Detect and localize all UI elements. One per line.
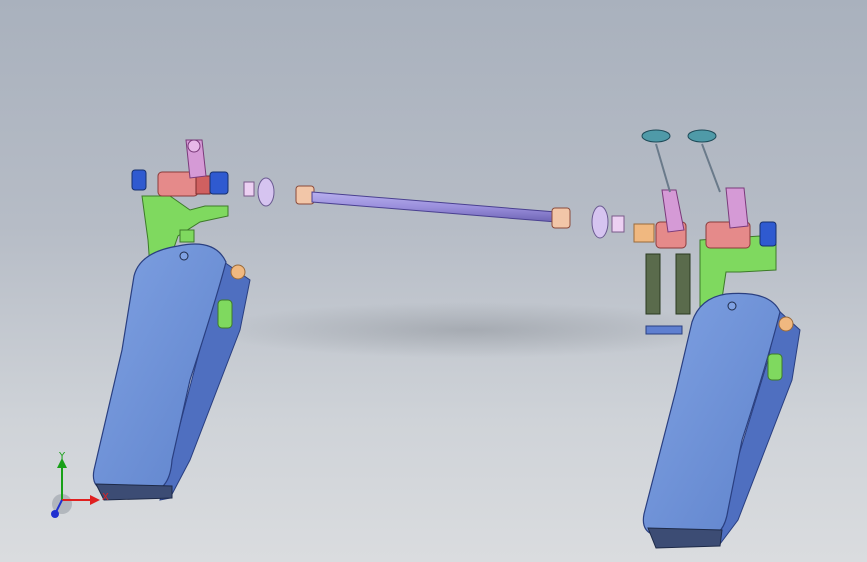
left-mount-block xyxy=(131,169,147,191)
left-pedal-assembly[interactable] xyxy=(92,139,251,501)
x-axis-arrow xyxy=(90,495,100,505)
right-heel xyxy=(647,527,723,549)
right-shaft-collar xyxy=(551,207,571,229)
right-hub-collar xyxy=(633,223,655,243)
left-pedal-screw xyxy=(179,251,189,261)
drive-shaft[interactable] xyxy=(311,191,557,223)
spring-base xyxy=(645,325,683,335)
left-side-clamp xyxy=(217,299,233,329)
coordinate-triad-icon xyxy=(51,458,100,518)
right-ujoint xyxy=(611,215,625,233)
right-beater-rod-2 xyxy=(701,143,721,193)
left-hub-collar xyxy=(195,175,211,195)
triad-y-label: Y xyxy=(59,451,66,462)
coordinate-triad: Y X xyxy=(40,448,120,528)
left-shaft-collar xyxy=(295,185,315,205)
z-axis-end xyxy=(51,510,59,518)
beater-disc-1[interactable] xyxy=(641,129,671,143)
right-side-clamp xyxy=(767,353,783,381)
model-scene[interactable] xyxy=(0,0,867,562)
left-clamp-knob xyxy=(230,264,246,280)
right-cam-arm-2 xyxy=(725,187,749,229)
left-cam-pivot xyxy=(187,139,201,153)
left-spring-block xyxy=(209,171,229,195)
left-lower-bracket xyxy=(179,229,195,243)
right-mount-block xyxy=(759,221,777,247)
beater-disc-2[interactable] xyxy=(687,129,717,143)
left-ujoint xyxy=(243,181,255,197)
right-pedal-screw xyxy=(727,301,737,311)
triad-x-label: X xyxy=(102,492,109,503)
left-ujoint-disc xyxy=(257,177,275,207)
spring-1 xyxy=(645,253,661,315)
right-beater-rod-1 xyxy=(655,143,671,193)
spring-2 xyxy=(675,253,691,315)
right-clamp-knob xyxy=(778,316,794,332)
right-ujoint-disc xyxy=(591,205,609,239)
drive-shaft-assembly[interactable] xyxy=(243,177,625,239)
graphics-viewport[interactable]: Y X xyxy=(0,0,867,562)
